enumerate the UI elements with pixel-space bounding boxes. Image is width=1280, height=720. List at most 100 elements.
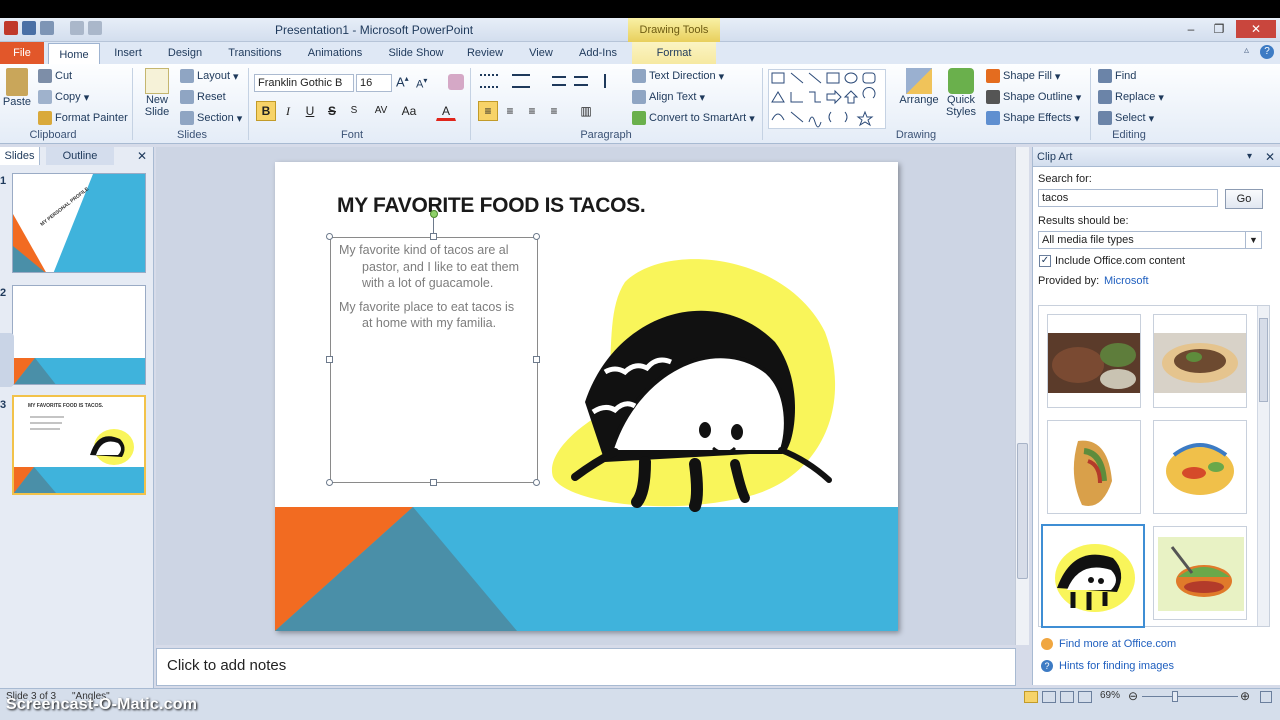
clip-result-taco-selected[interactable] bbox=[1041, 524, 1145, 628]
tab-view[interactable]: View bbox=[522, 42, 560, 64]
hints-link[interactable]: Hints for finding images bbox=[1059, 660, 1174, 672]
resize-handle-left[interactable] bbox=[326, 356, 333, 363]
tab-home[interactable]: Home bbox=[48, 43, 100, 64]
clip-result-photo-2[interactable] bbox=[1153, 314, 1247, 408]
arrange-button[interactable]: Arrange bbox=[898, 68, 940, 106]
powerpoint-app-icon[interactable] bbox=[4, 21, 18, 35]
tab-slides-pane[interactable]: Slides bbox=[0, 147, 40, 165]
close-pane-icon[interactable]: ✕ bbox=[1265, 147, 1275, 167]
tab-design[interactable]: Design bbox=[160, 42, 210, 64]
tab-review[interactable]: Review bbox=[462, 42, 508, 64]
rotation-handle[interactable] bbox=[430, 210, 438, 218]
clip-result-photo-3[interactable] bbox=[1047, 420, 1141, 514]
section-button[interactable]: Section ▾ bbox=[180, 111, 242, 125]
pane-options-icon[interactable]: ▾ bbox=[1247, 147, 1252, 167]
reading-view-icon[interactable] bbox=[1060, 691, 1074, 703]
taco-clipart-image[interactable] bbox=[545, 252, 855, 532]
grow-font-icon[interactable]: A▴ bbox=[396, 74, 409, 89]
shape-outline-button[interactable]: Shape Outline ▾ bbox=[986, 90, 1081, 104]
tab-animations[interactable]: Animations bbox=[300, 42, 370, 64]
quick-styles-button[interactable]: Quick Styles bbox=[942, 68, 980, 118]
font-size-combo[interactable]: 16 bbox=[356, 74, 392, 92]
bullets-icon[interactable] bbox=[480, 74, 498, 88]
tab-insert[interactable]: Insert bbox=[106, 42, 150, 64]
redo-icon[interactable] bbox=[70, 21, 84, 35]
results-scroll-thumb[interactable] bbox=[1259, 318, 1268, 402]
align-text-button[interactable]: Align Text ▾ bbox=[632, 90, 705, 104]
resize-handle-top-right[interactable] bbox=[533, 233, 540, 240]
restore-button[interactable]: ❐ bbox=[1206, 20, 1232, 38]
tab-transitions[interactable]: Transitions bbox=[222, 42, 288, 64]
numbering-icon[interactable] bbox=[512, 74, 530, 88]
decrease-indent-icon[interactable] bbox=[552, 76, 566, 86]
slide-thumbnail-2[interactable] bbox=[12, 285, 146, 385]
shape-effects-button[interactable]: Shape Effects ▾ bbox=[986, 111, 1080, 125]
fit-to-window-icon[interactable] bbox=[1260, 691, 1272, 703]
find-more-link[interactable]: Find more at Office.com bbox=[1059, 638, 1176, 650]
character-spacing-button[interactable]: AV bbox=[368, 101, 394, 121]
layout-button[interactable]: Layout ▾ bbox=[180, 69, 239, 83]
slide-title[interactable]: MY FAVORITE FOOD IS TACOS. bbox=[337, 194, 646, 218]
notes-pane[interactable]: Click to add notes bbox=[156, 648, 1016, 686]
paste-button[interactable]: Paste bbox=[2, 68, 32, 108]
slide-canvas[interactable]: MY FAVORITE FOOD IS TACOS. My favorite k… bbox=[275, 162, 898, 631]
text-direction-button[interactable]: Text Direction ▾ bbox=[632, 69, 724, 83]
find-button[interactable]: Find bbox=[1098, 69, 1136, 83]
customize-qat-icon[interactable] bbox=[88, 21, 102, 35]
undo-icon[interactable] bbox=[40, 21, 54, 35]
select-button[interactable]: Select ▾ bbox=[1098, 111, 1154, 125]
line-spacing-icon[interactable] bbox=[604, 74, 622, 88]
tab-slide-show[interactable]: Slide Show bbox=[384, 42, 448, 64]
close-pane-icon[interactable]: ✕ bbox=[134, 147, 150, 165]
format-painter-button[interactable]: Format Painter bbox=[38, 111, 128, 125]
bold-button[interactable]: B bbox=[256, 101, 276, 121]
resize-handle-top[interactable] bbox=[430, 233, 437, 240]
normal-view-icon[interactable] bbox=[1024, 691, 1038, 703]
media-type-select[interactable]: All media file types bbox=[1038, 231, 1262, 249]
results-scrollbar[interactable] bbox=[1257, 306, 1269, 626]
columns-icon[interactable]: ▥ bbox=[576, 101, 596, 121]
increase-indent-icon[interactable] bbox=[574, 76, 588, 86]
replace-button[interactable]: Replace ▾ bbox=[1098, 90, 1164, 104]
help-icon[interactable]: ? bbox=[1260, 45, 1274, 59]
new-slide-button[interactable]: New Slide bbox=[140, 68, 174, 118]
body-textbox-selected[interactable]: My favorite kind of tacos are al pastor,… bbox=[330, 237, 538, 483]
resize-handle-top-left[interactable] bbox=[326, 233, 333, 240]
zoom-out-icon[interactable]: ⊖ bbox=[1128, 689, 1138, 703]
slide-thumbnail-3[interactable]: MY FAVORITE FOOD IS TACOS. bbox=[12, 395, 146, 495]
resize-handle-bottom[interactable] bbox=[430, 479, 437, 486]
reset-button[interactable]: Reset bbox=[180, 90, 226, 104]
tab-outline-pane[interactable]: Outline bbox=[46, 147, 114, 165]
clip-result-drawing-1[interactable] bbox=[1153, 420, 1247, 514]
italic-button[interactable]: I bbox=[278, 101, 298, 121]
minimize-ribbon-icon[interactable]: ▵ bbox=[1244, 45, 1256, 57]
zoom-in-icon[interactable]: ⊕ bbox=[1240, 689, 1250, 703]
shape-fill-button[interactable]: Shape Fill ▾ bbox=[986, 69, 1060, 83]
convert-smartart-button[interactable]: Convert to SmartArt ▾ bbox=[632, 111, 755, 125]
minimize-button[interactable]: – bbox=[1178, 20, 1204, 38]
zoom-slider-track[interactable] bbox=[1142, 696, 1238, 697]
justify-icon[interactable]: ≡ bbox=[544, 101, 564, 121]
resize-handle-bottom-left[interactable] bbox=[326, 479, 333, 486]
vertical-scrollbar[interactable] bbox=[1015, 147, 1029, 645]
align-right-icon[interactable]: ≡ bbox=[522, 101, 542, 121]
zoom-slider-thumb[interactable] bbox=[1172, 691, 1178, 702]
pane-splitter-handle[interactable] bbox=[0, 333, 14, 387]
align-left-button[interactable]: ≡ bbox=[478, 101, 498, 121]
resize-handle-right[interactable] bbox=[533, 356, 540, 363]
clear-formatting-icon[interactable] bbox=[448, 74, 464, 90]
tab-add-ins[interactable]: Add-Ins bbox=[574, 42, 622, 64]
zoom-level[interactable]: 69% bbox=[1100, 690, 1120, 701]
slide-thumbnail-1[interactable]: MY PERSONAL PROFILE bbox=[12, 173, 146, 273]
cut-button[interactable]: Cut bbox=[38, 69, 72, 83]
resize-handle-bottom-right[interactable] bbox=[533, 479, 540, 486]
strikethrough-button[interactable]: S bbox=[322, 101, 342, 121]
tab-format[interactable]: Format bbox=[632, 42, 716, 64]
chevron-down-icon[interactable]: ▼ bbox=[1245, 232, 1261, 248]
slide-show-icon[interactable] bbox=[1078, 691, 1092, 703]
slide-sorter-icon[interactable] bbox=[1042, 691, 1056, 703]
change-case-button[interactable]: Aa bbox=[396, 101, 422, 121]
clip-result-photo-1[interactable] bbox=[1047, 314, 1141, 408]
font-color-button[interactable]: A bbox=[436, 101, 456, 121]
tab-file[interactable]: File bbox=[0, 42, 44, 64]
